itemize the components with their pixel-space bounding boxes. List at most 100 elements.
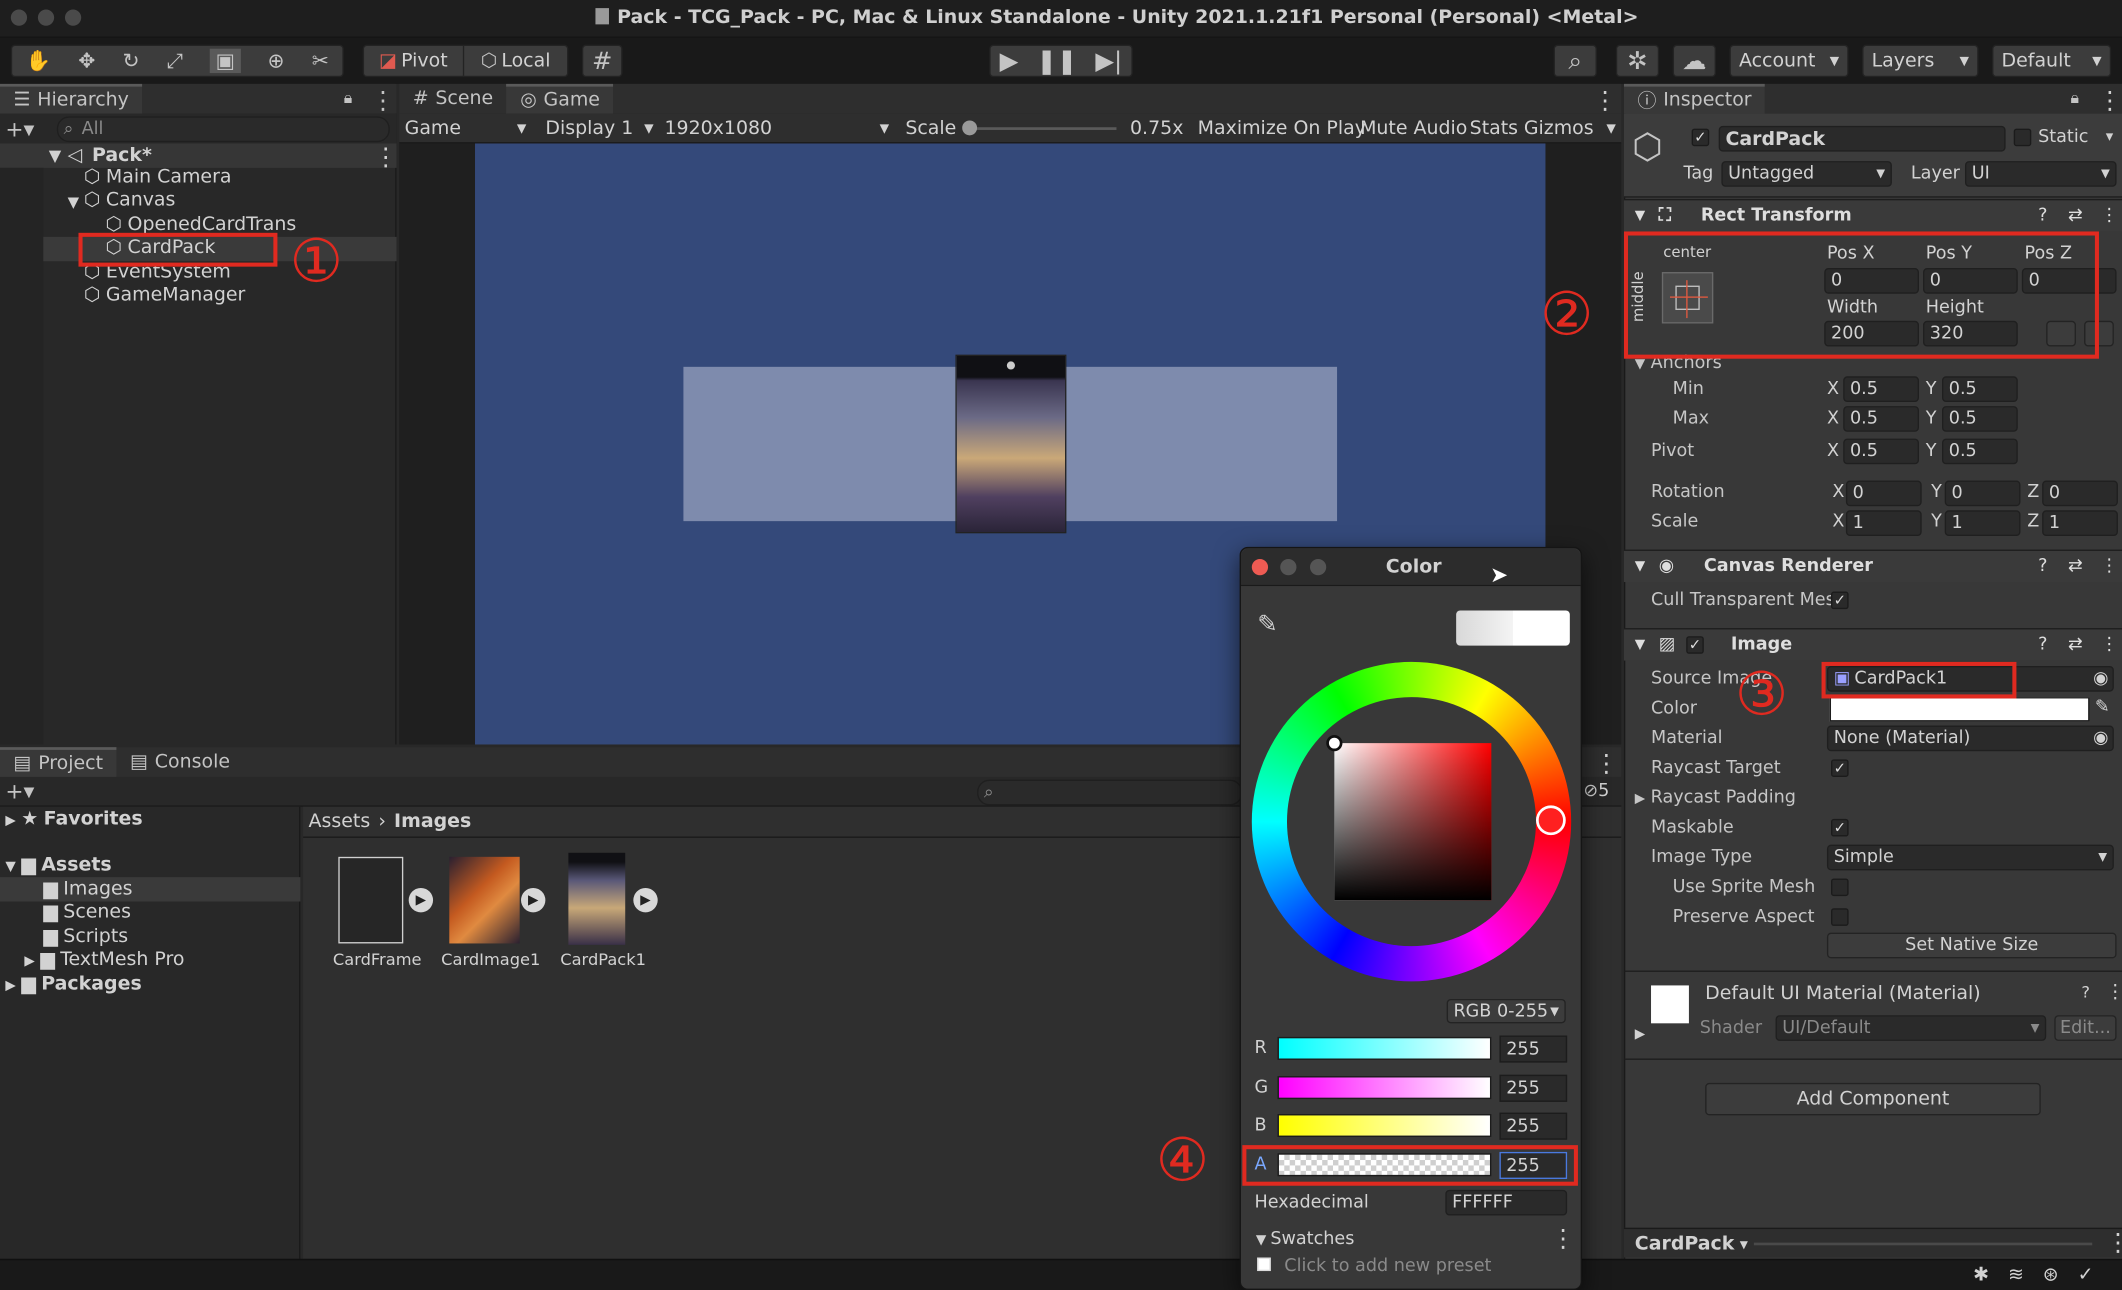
rotation-z-field[interactable]: 0 <box>2042 480 2118 507</box>
tab-scene[interactable]: # Scene <box>399 84 506 114</box>
local-button[interactable]: ⬡ Local <box>464 46 567 76</box>
zoom-window-button[interactable] <box>1309 559 1327 576</box>
tab-console[interactable]: ▤ Console <box>117 747 244 777</box>
hierarchy-search-input[interactable]: ⌕ All <box>56 116 390 143</box>
expand-arrow-icon[interactable]: ▶ <box>1635 1028 1645 1043</box>
tab-game[interactable]: ◎ Game <box>506 83 614 114</box>
canvas-renderer-header[interactable]: ▼ ◉ Canvas Renderer ? ⇄ ⋮ <box>1623 549 2122 583</box>
color-mode-dropdown[interactable]: RGB 0-255 ▾ <box>1446 998 1566 1024</box>
close-window-button[interactable] <box>1251 559 1269 576</box>
account-dropdown[interactable]: Account ▾ <box>1729 44 1849 78</box>
pause-icon[interactable]: ❚❚ <box>1036 47 1077 75</box>
object-picker-icon[interactable]: ◉ <box>2093 728 2108 748</box>
settings-icon[interactable]: ⇄ <box>2068 206 2083 226</box>
add-icon[interactable]: +▾ <box>5 778 34 804</box>
collab-button[interactable]: ✲ <box>1615 44 1660 78</box>
help-icon[interactable]: ? <box>2081 984 2090 1000</box>
scale-slider-thumb[interactable] <box>962 120 978 136</box>
scale-tool-icon[interactable]: ⤢ <box>167 49 183 73</box>
g-channel-field[interactable]: 255 <box>1499 1074 1568 1102</box>
preserve-aspect-checkbox[interactable] <box>1831 908 1849 926</box>
hand-tool-icon[interactable]: ✋ <box>26 49 51 73</box>
active-checkbox[interactable]: ✓ <box>1691 128 1710 147</box>
hierarchy-item-openedcardtrans[interactable]: ⬡ OpenedCardTrans <box>106 215 297 234</box>
kebab-menu-icon[interactable]: ⋮ <box>2100 206 2118 226</box>
sync-icon[interactable]: ⊛ <box>2043 1264 2059 1286</box>
settings-icon[interactable]: ⇄ <box>2068 556 2083 576</box>
set-native-size-button[interactable]: Set Native Size <box>1826 932 2117 959</box>
kebab-menu-icon[interactable]: ⋮ <box>2106 983 2122 1002</box>
anchor-max-x-field[interactable]: 0.5 <box>1843 406 1919 432</box>
project-search-input[interactable]: ⌕ <box>977 779 1243 806</box>
pivot-x-field[interactable]: 0.5 <box>1843 438 1919 465</box>
help-icon[interactable]: ? <box>2038 206 2047 226</box>
image-type-dropdown[interactable]: Simple ▾ <box>1826 844 2114 871</box>
raycast-padding-foldout[interactable]: ▶ Raycast Padding <box>1635 789 1796 807</box>
view-dropdown[interactable]: Game ▾ <box>405 118 527 137</box>
image-component-header[interactable]: ▼ ▨ ✓ Image ? ⇄ ⋮ <box>1623 628 2122 661</box>
scale-z-field[interactable]: 1 <box>2042 510 2118 537</box>
lock-icon[interactable]: 🔒︎ <box>2071 88 2080 108</box>
folder-item-scripts[interactable]: ▆ Scripts <box>43 927 128 946</box>
expand-sprite-icon[interactable]: ▶ <box>633 887 658 913</box>
search-button[interactable]: ⌕ <box>1553 44 1597 78</box>
kebab-menu-icon[interactable]: ⋮ <box>2098 87 2122 115</box>
edit-shader-button[interactable]: Edit... <box>2054 1015 2117 1041</box>
expand-arrow-icon[interactable]: ▼ <box>68 195 79 210</box>
cloud-button[interactable]: ☁ <box>1672 44 1716 78</box>
minimize-window-button[interactable] <box>1280 559 1297 576</box>
add-component-button[interactable]: Add Component <box>1705 1082 2041 1116</box>
cull-transparent-checkbox[interactable]: ✓ <box>1831 591 1849 610</box>
scale-y-field[interactable]: 1 <box>1944 510 2021 537</box>
expand-sprite-icon[interactable]: ▶ <box>521 887 546 913</box>
material-field[interactable]: None (Material) ◉ <box>1826 725 2114 752</box>
zoom-window-button[interactable] <box>64 9 82 26</box>
layers-icon[interactable]: ≋ <box>2008 1264 2024 1286</box>
hue-picker-handle[interactable] <box>1535 805 1566 836</box>
expand-arrow-icon[interactable]: ▼ <box>49 148 61 164</box>
play-icon[interactable]: ▶ <box>1000 47 1019 75</box>
rotation-x-field[interactable]: 0 <box>1845 480 1922 507</box>
settings-icon[interactable]: ⇄ <box>2068 635 2083 655</box>
preset-swatch[interactable] <box>1257 1257 1271 1272</box>
layout-dropdown[interactable]: Default ▾ <box>1992 44 2112 78</box>
scene-row[interactable]: ▼ ◁ Pack* ⋮ <box>0 143 398 172</box>
shader-dropdown[interactable]: UI/Default ▾ <box>1775 1015 2047 1041</box>
kebab-menu-icon[interactable]: ⋮ <box>2100 635 2118 655</box>
folder-item-images[interactable]: ▆ Images <box>43 880 132 899</box>
help-icon[interactable]: ? <box>2038 556 2047 576</box>
bug-icon[interactable]: ✱ <box>1973 1264 1989 1286</box>
gizmos-dropdown[interactable]: Gizmos ▾ <box>1524 118 1616 137</box>
pivot-button[interactable]: ◪ Pivot <box>364 46 465 76</box>
hierarchy-item-canvas[interactable]: ⬡ Canvas <box>84 191 176 210</box>
hierarchy-tab[interactable]: ☰ Hierarchy <box>0 83 143 114</box>
maximize-on-play-toggle[interactable]: Maximize On Play <box>1198 118 1366 137</box>
close-window-button[interactable] <box>10 9 28 26</box>
rect-transform-header[interactable]: ▼ ⛶ Rect Transform ? ⇄ ⋮ <box>1623 198 2122 232</box>
eyedropper-icon[interactable]: ✎ <box>2095 697 2110 717</box>
r-channel-field[interactable]: 255 <box>1499 1035 1568 1063</box>
asset-thumb-cardimage1[interactable] <box>449 856 520 944</box>
image-enabled-checkbox[interactable]: ✓ <box>1686 636 1704 654</box>
anchor-min-x-field[interactable]: 0.5 <box>1843 376 1919 403</box>
tab-project[interactable]: ▤ Project <box>0 747 117 777</box>
scale-slider[interactable] <box>962 120 1117 136</box>
transform-tool-icon[interactable]: ⊕ <box>267 49 284 73</box>
layer-dropdown[interactable]: UI ▾ <box>1964 161 2117 187</box>
anchor-min-y-field[interactable]: 0.5 <box>1941 376 2018 403</box>
kebab-menu-icon[interactable]: ⋮ <box>1551 1225 1575 1253</box>
help-icon[interactable]: ? <box>2038 635 2047 655</box>
assets-item[interactable]: ▼ ▆ Assets <box>5 855 111 874</box>
b-channel-field[interactable]: 255 <box>1499 1112 1568 1140</box>
check-icon[interactable]: ✓ <box>2078 1264 2094 1286</box>
object-picker-icon[interactable]: ◉ <box>2093 669 2108 689</box>
resolution-dropdown[interactable]: 1920x1080 ▾ <box>664 118 889 137</box>
preview-resize-handle[interactable] <box>1753 1241 2093 1245</box>
move-tool-icon[interactable]: ✥ <box>78 49 95 73</box>
folder-item-scenes[interactable]: ▆ Scenes <box>43 903 131 922</box>
r-channel-slider[interactable] <box>1277 1036 1492 1060</box>
color-swatch-field[interactable] <box>1829 697 2090 722</box>
swatches-foldout[interactable]: ▼ Swatches <box>1256 1230 1355 1248</box>
hue-ring[interactable] <box>1251 661 1572 982</box>
favorites-item[interactable]: ▶ ★ Favorites <box>5 809 142 828</box>
